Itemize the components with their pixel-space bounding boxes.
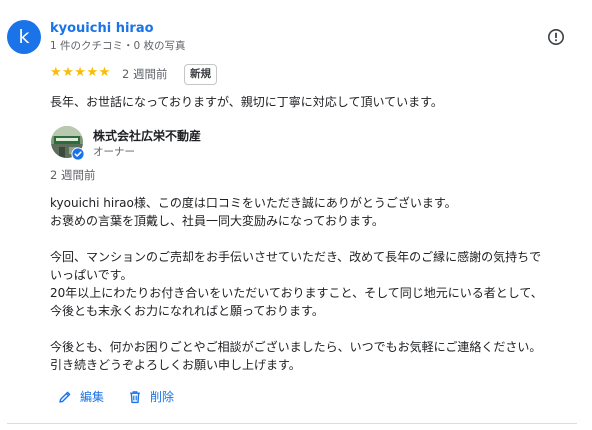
reply-line: 今後とも、何かお困りごとやご相談がございましたら、いつでもお気軽にご連絡ください… — [50, 340, 542, 354]
review-text: 長年、お世話になっておりますが、親切に丁寧に対応して頂いています。 — [50, 95, 443, 109]
owner-reply-text: kyouichi hirao様、この度は口コミをいただき誠にありがとうございます… — [50, 194, 585, 374]
owner-role: オーナー — [93, 146, 135, 158]
reply-line: 引き続きどうぞよろしくお願い申し上げます。 — [50, 358, 301, 372]
more-options-button[interactable] — [547, 28, 565, 46]
owner-name: 株式会社広栄不動産 — [93, 129, 202, 143]
reply-line: 20年以上にわたりお付き合いをいただいておりますこと、そして同じ地元にいる者とし… — [50, 286, 543, 300]
verified-badge-icon — [71, 146, 85, 161]
more-options-icon — [548, 29, 564, 45]
rating-stars: ★★★★★ — [50, 65, 111, 80]
reviewer-meta: 1 件のクチコミ・0 枚の写真 — [50, 40, 186, 52]
reply-line: いっぱいです。 — [50, 268, 133, 282]
reply-line: 今回、マンションのご売却をお手伝いさせていただき、改めて長年のご縁に感謝の気持ち… — [50, 250, 542, 264]
trash-icon — [130, 390, 140, 403]
edit-reply-button[interactable]: 編集 — [58, 388, 104, 405]
reply-line: 今後とも末永くお力になれればと願っております。 — [50, 304, 324, 318]
reply-date: 2 週間前 — [50, 168, 96, 182]
reply-line: kyouichi hirao様、この度は口コミをいただき誠にありがとうございます… — [50, 196, 457, 210]
reply-line: お褒めの言葉を頂戴し、社員一同大変励みになっております。 — [50, 214, 384, 228]
reviewer-name[interactable]: kyouichi hirao — [50, 21, 154, 36]
edit-pencil-icon — [59, 391, 71, 403]
delete-reply-button[interactable]: 削除 — [128, 388, 174, 405]
reviewer-avatar[interactable]: k — [7, 20, 41, 54]
divider — [7, 423, 577, 424]
edit-label: 編集 — [80, 390, 105, 404]
new-badge: 新規 — [184, 64, 217, 85]
delete-label: 削除 — [150, 390, 175, 404]
review-date: 2 週間前 — [122, 67, 168, 81]
